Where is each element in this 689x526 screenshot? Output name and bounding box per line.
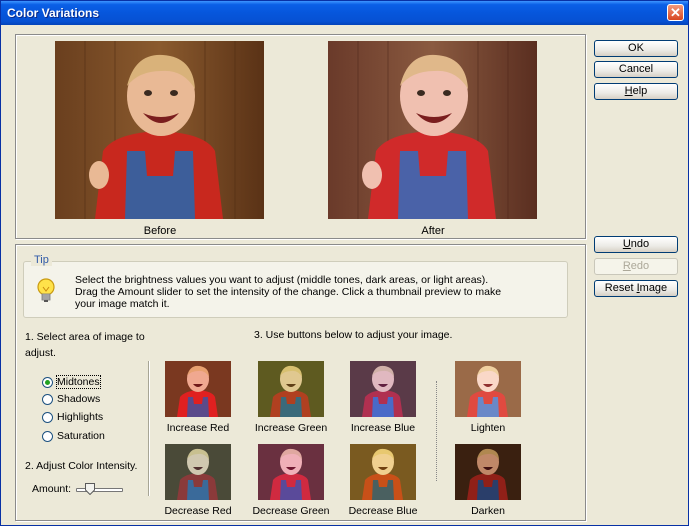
- amount-label: Amount:: [32, 483, 72, 495]
- increase-green-label: Increase Green: [254, 422, 328, 434]
- radio-label: Saturation: [57, 430, 105, 442]
- amount-slider-track[interactable]: [76, 488, 123, 492]
- lighten-label: Lighten: [470, 422, 506, 434]
- radio-label: Highlights: [57, 411, 104, 423]
- title-bar[interactable]: Color Variations ✕: [1, 1, 688, 25]
- tip-text: Select the brightness values you want to…: [75, 274, 502, 310]
- help-button[interactable]: Help: [594, 83, 678, 100]
- darken-label: Darken: [471, 505, 505, 517]
- color-variations-dialog: Color Variations ✕ Before After OK Cance…: [0, 0, 689, 526]
- radio-shadows[interactable]: Shadows: [42, 392, 100, 406]
- increase-red-thumbnail[interactable]: [165, 361, 231, 417]
- thumbnail-image: [258, 444, 324, 500]
- radio-label: Midtones: [56, 375, 101, 389]
- lightbulb-icon: [37, 278, 55, 302]
- select-area-heading: 1. Select area of image to adjust.: [25, 331, 145, 359]
- radio-highlights[interactable]: Highlights: [42, 410, 103, 424]
- thumbnail-image: [455, 361, 521, 417]
- decrease-blue-label: Decrease Blue: [348, 505, 418, 517]
- thumbnail-image: [165, 444, 231, 500]
- ok-button[interactable]: OK: [594, 40, 678, 57]
- radio-button[interactable]: [42, 393, 53, 405]
- lighten-darken-divider: [436, 381, 437, 481]
- increase-green-thumbnail[interactable]: [258, 361, 324, 417]
- thumbnail-image: [165, 361, 231, 417]
- radio-button[interactable]: [42, 430, 53, 442]
- undo-button[interactable]: Undo: [594, 236, 678, 253]
- increase-blue-label: Increase Blue: [350, 422, 416, 434]
- increase-red-label: Increase Red: [166, 422, 230, 434]
- decrease-red-thumbnail[interactable]: [165, 444, 231, 500]
- radio-label: Shadows: [57, 393, 101, 405]
- reset-image-button[interactable]: Reset Image: [594, 280, 678, 297]
- after-label: After: [421, 225, 445, 237]
- radio-button[interactable]: [42, 411, 53, 423]
- thumbnail-image: [258, 361, 324, 417]
- adjust-buttons-heading: 3. Use buttons below to adjust your imag…: [254, 329, 453, 341]
- amount-slider-thumb[interactable]: [85, 483, 96, 495]
- decrease-blue-thumbnail[interactable]: [350, 444, 416, 500]
- close-button[interactable]: ✕: [667, 4, 684, 21]
- redo-button[interactable]: Redo: [594, 258, 678, 275]
- thumbnail-image: [350, 361, 416, 417]
- after-photo: [328, 41, 537, 219]
- thumbnail-image: [350, 444, 416, 500]
- radio-saturation[interactable]: Saturation: [42, 429, 105, 443]
- radio-midtones[interactable]: Midtones: [42, 375, 101, 389]
- after-image: [328, 41, 537, 219]
- thumbnail-image: [455, 444, 521, 500]
- darken-thumbnail[interactable]: [455, 444, 521, 500]
- decrease-red-label: Decrease Red: [164, 505, 232, 517]
- before-label: Before: [143, 225, 177, 237]
- increase-blue-thumbnail[interactable]: [350, 361, 416, 417]
- decrease-green-label: Decrease Green: [252, 505, 330, 517]
- window-title: Color Variations: [7, 6, 100, 20]
- radio-button[interactable]: [42, 376, 53, 388]
- before-image: [55, 41, 264, 219]
- before-photo: [55, 41, 264, 219]
- tip-label: Tip: [31, 254, 52, 266]
- lighten-thumbnail[interactable]: [455, 361, 521, 417]
- close-icon: ✕: [670, 5, 681, 20]
- cancel-button[interactable]: Cancel: [594, 61, 678, 78]
- adjust-intensity-heading: 2. Adjust Color Intensity.: [25, 460, 138, 472]
- decrease-green-thumbnail[interactable]: [258, 444, 324, 500]
